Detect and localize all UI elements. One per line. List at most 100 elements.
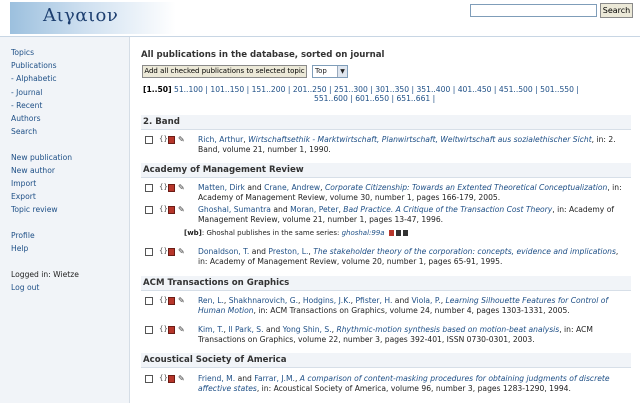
- pager-link[interactable]: 101..150: [210, 85, 244, 94]
- section-header: Acoustical Society of America: [141, 353, 631, 368]
- separator: and: [263, 325, 283, 334]
- bibtex-icon[interactable]: {}: [159, 205, 168, 213]
- topic-select-value: Top: [315, 67, 327, 75]
- author-link[interactable]: Pfister, H.: [355, 296, 392, 305]
- main-content: All publications in the database, sorted…: [131, 37, 640, 403]
- pdf-icon[interactable]: [168, 184, 175, 192]
- publication-title-link[interactable]: Wirtschaftsethik - Marktwirtschaft, Plan…: [248, 135, 592, 144]
- author-link[interactable]: Rich, Arthur: [198, 135, 243, 144]
- pager-link[interactable]: 351..400: [416, 85, 450, 94]
- pdf-icon[interactable]: [168, 248, 175, 256]
- author-link[interactable]: Friend, M.: [198, 374, 235, 383]
- author-link[interactable]: Moran, Peter: [290, 205, 338, 214]
- bibtex-icon[interactable]: {}: [159, 135, 168, 143]
- edit-icon[interactable]: ✎: [178, 374, 185, 383]
- pager-link[interactable]: 451..500: [499, 85, 533, 94]
- section-header: Academy of Management Review: [141, 163, 631, 178]
- edit-icon[interactable]: ✎: [178, 325, 185, 334]
- publication-title-link[interactable]: Corporate Citizenship: Towards an Extent…: [325, 183, 607, 192]
- pdf-icon[interactable]: [168, 136, 175, 144]
- author-link[interactable]: Ren, L.: [198, 296, 224, 305]
- sidebar-item-new-author[interactable]: New author: [11, 166, 55, 175]
- author-link[interactable]: Preston, L.: [268, 247, 308, 256]
- author-link[interactable]: Donaldson, T.: [198, 247, 249, 256]
- publication-title-link[interactable]: Bad Practice. A Critique of the Transact…: [343, 205, 552, 214]
- publication-title-link[interactable]: The stakeholder theory of the corporatio…: [313, 247, 616, 256]
- bibtex-icon[interactable]: {}: [159, 247, 168, 255]
- sidebar-item-search[interactable]: Search: [11, 127, 37, 136]
- edit-icon[interactable]: ✎: [178, 247, 185, 256]
- pager-link[interactable]: 301..350: [375, 85, 409, 94]
- pager-link[interactable]: 551..600: [314, 94, 348, 103]
- author-link[interactable]: Crane, Andrew: [264, 183, 320, 192]
- pager-link[interactable]: 501..550: [540, 85, 574, 94]
- pager-row-2: 551..600 | 601..650 | 651..661 |: [314, 94, 436, 103]
- pdf-icon[interactable]: [168, 206, 175, 214]
- bibtex-icon[interactable]: {}: [159, 183, 168, 191]
- pdf-icon[interactable]: [168, 326, 175, 334]
- sidebar-item-topics[interactable]: Topics: [11, 48, 34, 57]
- publication-title-link[interactable]: Rhythmic-motion synthesis based on motio…: [336, 325, 559, 334]
- select-checkbox[interactable]: [145, 206, 153, 214]
- sidebar-item-logout[interactable]: Log out: [11, 283, 39, 292]
- select-checkbox[interactable]: [145, 297, 153, 305]
- select-checkbox[interactable]: [145, 136, 153, 144]
- delete-icon[interactable]: [402, 230, 408, 236]
- pager-link[interactable]: 151..200: [252, 85, 286, 94]
- sidebar-item-import[interactable]: Import: [11, 179, 36, 188]
- pdf-icon[interactable]: [168, 375, 175, 383]
- pager-link[interactable]: 251..300: [334, 85, 368, 94]
- header: Αιγαιον Search: [0, 0, 640, 37]
- select-checkbox[interactable]: [145, 326, 153, 334]
- note-reference-link[interactable]: ghoshal:99a: [342, 229, 385, 237]
- pager-link[interactable]: 651..661: [396, 94, 430, 103]
- pdf-icon[interactable]: [168, 297, 175, 305]
- pager-link[interactable]: 401..450: [458, 85, 492, 94]
- select-checkbox[interactable]: [145, 248, 153, 256]
- edit-icon[interactable]: ✎: [178, 205, 185, 214]
- topic-select[interactable]: Top ▼: [312, 65, 348, 78]
- bibtex-icon[interactable]: {}: [159, 325, 168, 333]
- add-checked-to-topic-button[interactable]: Add all checked publications to selected…: [142, 65, 307, 78]
- select-checkbox[interactable]: [145, 375, 153, 383]
- author-link[interactable]: Viola, P.: [412, 296, 441, 305]
- pager-link[interactable]: 201..250: [293, 85, 327, 94]
- pager-current: [1..50]: [143, 85, 172, 94]
- section-header: 2. Band: [141, 115, 631, 130]
- sidebar-item-help[interactable]: Help: [11, 244, 28, 253]
- search-button[interactable]: Search: [600, 3, 633, 18]
- author-link[interactable]: Kim, T.: [198, 325, 223, 334]
- edit-icon[interactable]: ✎: [178, 135, 185, 144]
- sidebar-item-authors[interactable]: Authors: [11, 114, 41, 123]
- sidebar-item-journal[interactable]: - Journal: [11, 88, 42, 97]
- publication-details: , in: ACM Transactions on Graphics, volu…: [253, 306, 570, 315]
- separator: ,: [243, 135, 246, 144]
- sidebar-item-recent[interactable]: - Recent: [11, 101, 42, 110]
- bibtex-icon[interactable]: {}: [159, 296, 168, 304]
- sidebar-item-profile[interactable]: Profile: [11, 231, 35, 240]
- author-link[interactable]: Il Park, S.: [228, 325, 263, 334]
- pdf-icon[interactable]: [388, 230, 394, 236]
- aigaion-logo[interactable]: Αιγαιον: [10, 2, 176, 34]
- sidebar-item-topic-review[interactable]: Topic review: [11, 205, 58, 214]
- sidebar-item-new-publication[interactable]: New publication: [11, 153, 72, 162]
- bibtex-icon[interactable]: {}: [159, 374, 168, 382]
- separator: and: [249, 247, 269, 256]
- author-link[interactable]: Yong Shin, S.: [283, 325, 332, 334]
- pager-link[interactable]: 601..650: [355, 94, 389, 103]
- sidebar-item-export[interactable]: Export: [11, 192, 36, 201]
- author-link[interactable]: Shakhnarovich, G.: [229, 296, 298, 305]
- author-link[interactable]: Matten, Dirk: [198, 183, 245, 192]
- sidebar-item-publications[interactable]: Publications: [11, 61, 57, 70]
- author-link[interactable]: Ghoshal, Sumantra: [198, 205, 271, 214]
- edit-icon[interactable]: [395, 230, 401, 236]
- edit-icon[interactable]: ✎: [178, 183, 185, 192]
- author-link[interactable]: Farrar, J.M.: [254, 374, 295, 383]
- edit-icon[interactable]: ✎: [178, 296, 185, 305]
- author-link[interactable]: Hodgins, J.K.: [303, 296, 351, 305]
- sidebar-item-alphabetic[interactable]: - Alphabetic: [11, 74, 57, 83]
- separator: and: [270, 205, 291, 214]
- search-input[interactable]: [470, 4, 597, 17]
- select-checkbox[interactable]: [145, 184, 153, 192]
- pager-link[interactable]: 51..100: [174, 85, 203, 94]
